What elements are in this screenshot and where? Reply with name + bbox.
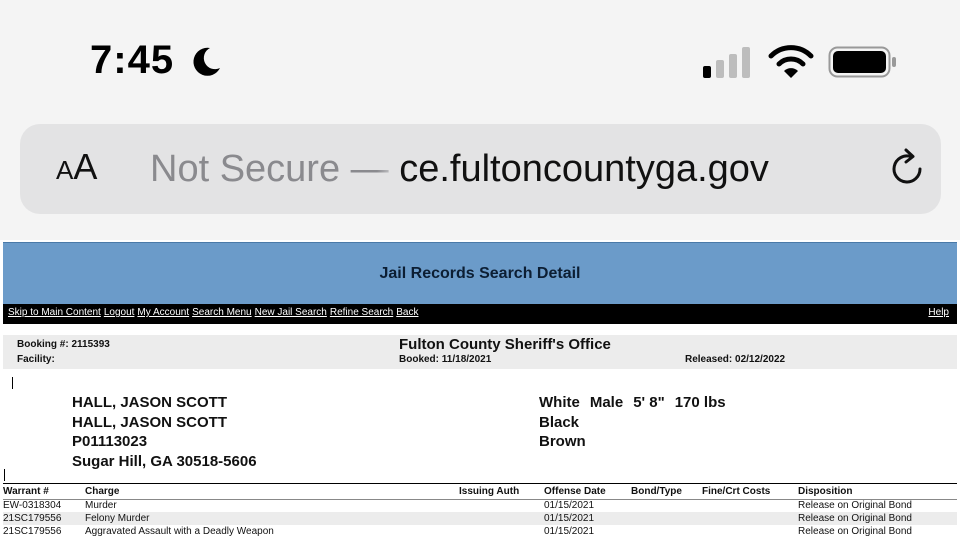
wifi-icon (768, 45, 814, 78)
table-row: EW-0318304 Murder 01/15/2021 Release on … (3, 499, 957, 512)
office-name: Fulton County Sheriff's Office (399, 336, 611, 353)
eye-color: Brown (539, 433, 586, 450)
person-details: HALL, JASON SCOTT HALL, JASON SCOTT P011… (72, 393, 257, 471)
col-offense-date: Offense Date (544, 485, 631, 500)
browser-chrome: AA Not Secure — ce.fultoncountyga.gov (0, 110, 960, 240)
cell-fine-costs (702, 525, 798, 538)
cell-disposition: Release on Original Bond (798, 512, 957, 525)
person-alias: HALL, JASON SCOTT (72, 413, 228, 431)
cell-warrant: 21SC179556 (3, 526, 62, 537)
table-header-row: Warrant # Charge Issuing Auth Offense Da… (3, 485, 957, 500)
status-bar: 7:45 (0, 0, 960, 110)
race: White (539, 394, 580, 411)
cell-offense-date: 01/15/2021 (544, 500, 595, 512)
height: 5' 8" (633, 394, 665, 411)
url-fade (377, 151, 400, 187)
person-name: HALL, JASON SCOTT (72, 394, 228, 411)
booking-number: Booking #: 2115393 (17, 339, 110, 350)
moon-icon (193, 47, 220, 76)
cell-issuing-auth (459, 512, 544, 525)
weight: 170 lbs (674, 394, 726, 411)
released-date: Released: 02/12/2022 (685, 354, 786, 365)
help-link[interactable]: Help (928, 307, 949, 318)
text-cursor-mark (4, 469, 5, 481)
page-title: Jail Records Search Detail (379, 265, 581, 282)
nav-bar: Skip to Main Content Logout My Account Sear… (3, 304, 957, 324)
cell-offense-date: 01/15/2021 (544, 512, 631, 525)
nav-my-account[interactable]: My Account (137, 307, 189, 318)
text-cursor-mark (12, 377, 13, 389)
table-top-rule (3, 483, 957, 484)
booked-date: Booked: 11/18/2021 (399, 354, 492, 365)
col-bond-type: Bond/Type (631, 485, 702, 500)
col-fine-costs: Fine/Crt Costs (702, 485, 798, 500)
sex: Male (589, 394, 624, 411)
hair-color: Black (539, 413, 580, 431)
cell-disposition: Release on Original Bond (798, 500, 912, 512)
cell-offense-date: 01/15/2021 (544, 526, 595, 537)
person-address: Sugar Hill, GA 30518-5606 (72, 452, 257, 470)
col-disposition: Disposition (798, 485, 957, 500)
table-row: 21SC179556 Felony Murder 01/15/2021 Rele… (3, 512, 957, 525)
text-size-button[interactable]: AA (56, 146, 97, 188)
url-text: ce.fultoncountyga.gov (399, 148, 769, 190)
cell-charge: Aggravated Assault with a Deadly Weapon (85, 526, 274, 537)
booking-info-bar: Booking #: 2115393 Facility: Fulton Coun… (3, 335, 957, 369)
person-id: P01113023 (72, 433, 148, 450)
nav-refine-search[interactable]: Refine Search (330, 307, 393, 318)
cell-bond-type (631, 525, 702, 538)
nav-logout[interactable]: Logout (104, 307, 135, 318)
cell-fine-costs (702, 499, 798, 512)
col-warrant: Warrant # (3, 485, 85, 500)
cell-bond-type (631, 512, 702, 525)
cell-fine-costs (702, 512, 798, 525)
page-header: Jail Records Search Detail (3, 242, 957, 304)
cell-issuing-auth (459, 499, 544, 512)
col-charge: Charge (85, 485, 459, 500)
table-row: 21SC179556 Aggravated Assault with a Dea… (3, 525, 957, 538)
nav-search-menu[interactable]: Search Menu (192, 307, 251, 318)
cell-bond-type (631, 499, 702, 512)
cellular-signal-icon (703, 47, 750, 78)
cell-charge: Felony Murder (85, 512, 459, 525)
cell-issuing-auth (459, 525, 544, 538)
cell-warrant: EW-0318304 (3, 500, 62, 512)
col-issuing-auth: Issuing Auth (459, 485, 544, 500)
cell-disposition: Release on Original Bond (798, 526, 912, 537)
security-label: Not Secure — (150, 148, 389, 190)
warrants-table: Warrant # Charge Issuing Auth Offense Da… (3, 485, 957, 538)
nav-back[interactable]: Back (396, 307, 418, 318)
physical-details: White Male 5' 8" 170 lbs Black Brown (539, 393, 736, 452)
url-field[interactable]: Not Secure — ce.fultoncountyga.gov (150, 148, 850, 191)
nav-links: Skip to Main Content Logout My Account Sear… (8, 307, 421, 318)
nav-skip-to-main[interactable]: Skip to Main Content (8, 307, 101, 318)
address-bar[interactable]: AA Not Secure — ce.fultoncountyga.gov (20, 124, 941, 214)
status-time: 7:45 (90, 38, 175, 82)
reload-icon[interactable] (884, 146, 930, 192)
nav-new-jail-search[interactable]: New Jail Search (255, 307, 327, 318)
cell-charge: Murder (85, 500, 117, 512)
battery-icon (828, 46, 896, 78)
facility-label: Facility: (17, 354, 55, 365)
web-page: Jail Records Search Detail Skip to Main … (0, 240, 960, 540)
cell-warrant: 21SC179556 (3, 512, 85, 525)
